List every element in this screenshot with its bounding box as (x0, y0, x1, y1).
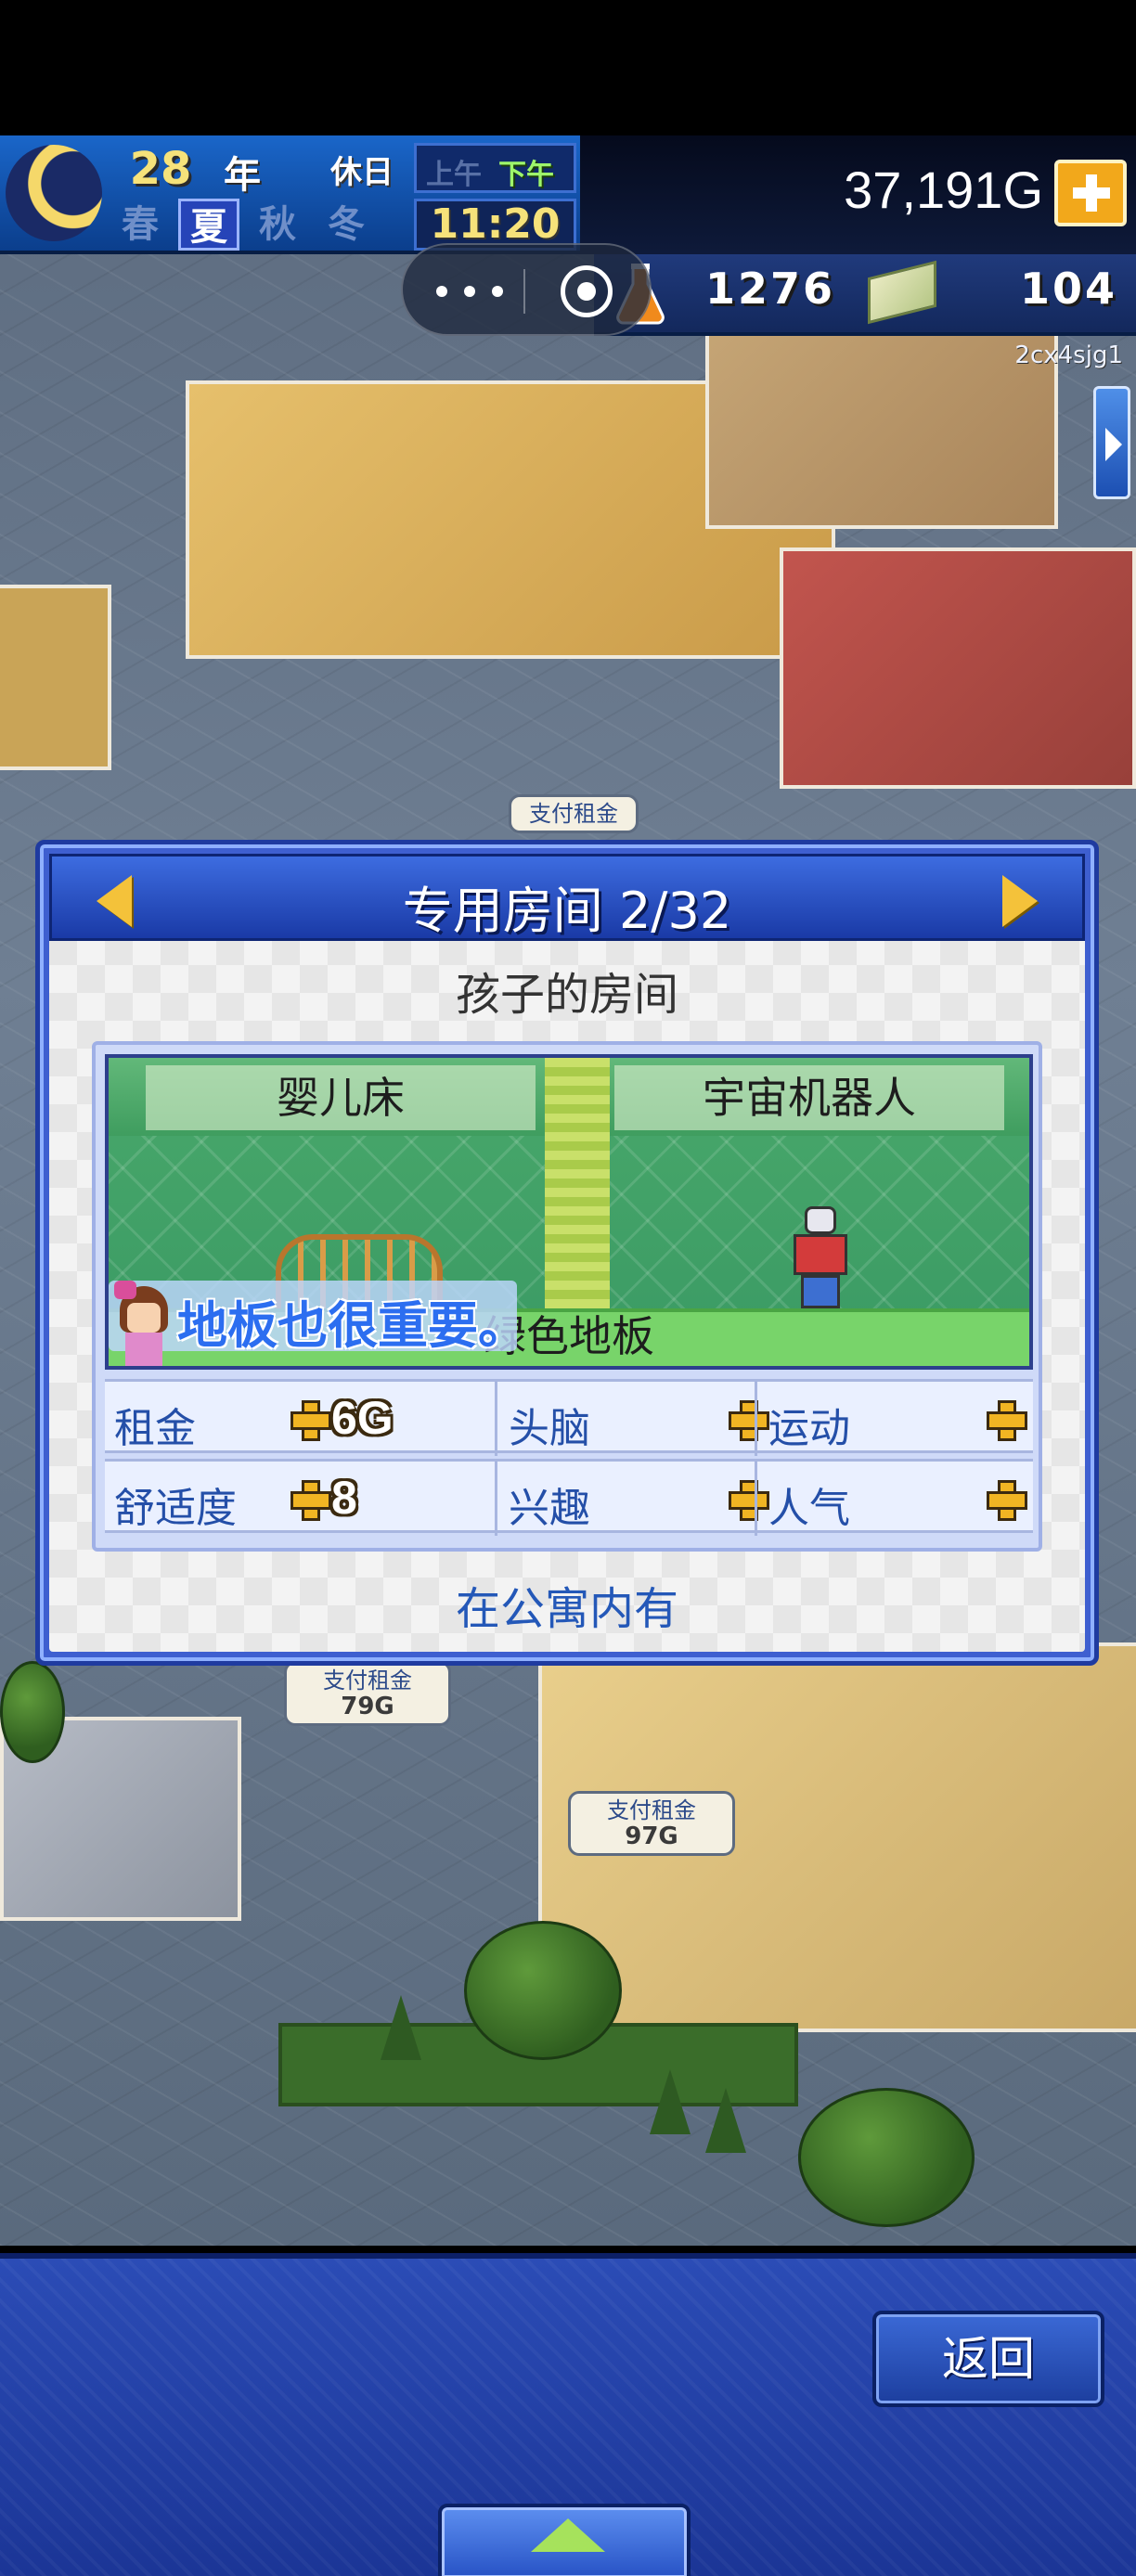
pm-label: 下午 (498, 159, 554, 191)
hobby-label: 兴趣 (509, 1485, 590, 1532)
item-crib-label: 婴儿床 (146, 1065, 536, 1130)
rent-tag-amount: 79G (341, 1693, 394, 1720)
comfort-value: 8 (331, 1472, 357, 1524)
room-info-panel: 专用房间 2/32 孩子的房间 婴儿床 宇宙机器人 绿色地板 地板也很重要。 租… (35, 840, 1099, 1666)
miniprogram-capsule (401, 243, 652, 336)
season-spring: 春 (122, 203, 159, 246)
money-hud: 37,191G (580, 135, 1136, 254)
girl-avatar (114, 1281, 174, 1366)
back-button[interactable]: 返回 (872, 2311, 1104, 2407)
resource-hud: 1276 104 (594, 254, 1136, 336)
space-robot-sprite (788, 1206, 853, 1308)
room-red (780, 547, 1136, 789)
pine-tree (650, 2069, 691, 2134)
rent-tag[interactable]: 支付租金 (509, 794, 639, 833)
plus-icon (987, 1480, 1027, 1521)
user-id: 2cx4sjg1 (1014, 341, 1123, 369)
rent-tag[interactable]: 支付租金 79G (284, 1661, 451, 1726)
research-points: 1276 (705, 264, 836, 314)
room-preview: 婴儿床 宇宙机器人 绿色地板 地板也很重要。 (105, 1054, 1033, 1370)
rent-tag-label: 支付租金 (529, 801, 618, 827)
panel-title: 专用房间 2/32 (402, 882, 732, 940)
date-time-hud: 28 年 休日 上午 下午 春 夏 秋 冬 11:20 (0, 135, 580, 254)
next-room-button[interactable] (1002, 875, 1038, 927)
plus-icon (290, 1400, 331, 1441)
tip-bubble: 地板也很重要。 (109, 1281, 528, 1366)
stats-table: 租金 6G 头脑 运动 舒适度 8 兴趣 人气 (105, 1379, 1033, 1542)
money-amount: 37,191G (844, 161, 1043, 219)
year-unit: 年 (224, 154, 261, 197)
plus-icon (729, 1400, 769, 1441)
in-apartment-link[interactable]: 在公寓内有 (40, 1572, 1094, 1637)
comfort-label: 舒适度 (114, 1485, 237, 1532)
bottom-bar: 返回 (0, 2253, 1136, 2576)
am-label: 上午 (426, 159, 482, 191)
capsule-divider (523, 269, 525, 314)
season-summer: 夏 (178, 199, 239, 251)
brain-label: 头脑 (509, 1405, 590, 1452)
exercise-label: 运动 (768, 1405, 850, 1452)
plus-icon (290, 1480, 331, 1521)
item-robot-label: 宇宙机器人 (614, 1065, 1004, 1130)
ticket-count: 104 (1019, 264, 1117, 314)
add-money-button[interactable] (1054, 160, 1127, 226)
tree (464, 1921, 622, 2060)
column-divider (495, 1382, 497, 1456)
pine-tree (381, 1995, 421, 2060)
popularity-label: 人气 (768, 1485, 850, 1532)
close-target-icon[interactable] (561, 265, 613, 317)
tip-text: 地板也很重要。 (177, 1296, 528, 1355)
am-pm-indicator: 上午 下午 (414, 143, 576, 193)
rent-tag-amount: 97G (625, 1823, 678, 1850)
column-divider (495, 1462, 497, 1536)
season-autumn: 秋 (259, 203, 296, 246)
column-divider (755, 1382, 757, 1456)
rent-tag-label: 支付租金 (607, 1797, 696, 1823)
more-dots-icon[interactable] (431, 273, 514, 310)
holiday-label: 休日 (330, 154, 394, 191)
room-name: 孩子的房间 (455, 969, 678, 1021)
building-left (0, 585, 111, 770)
stats-row: 舒适度 8 兴趣 人气 (105, 1459, 1033, 1536)
expand-menu-button[interactable] (438, 2504, 691, 2576)
rent-label: 租金 (114, 1405, 196, 1452)
preview-divider (545, 1058, 610, 1327)
column-divider (755, 1462, 757, 1536)
game-screen: 支付租金 支付租金 79G 支付租金 97G 28 年 休日 上午 下午 春 夏… (0, 0, 1136, 2576)
plus-icon (987, 1400, 1027, 1441)
cash-icon (868, 260, 936, 325)
tree (0, 1661, 65, 1763)
pine-tree (705, 2088, 746, 2153)
stats-row: 租金 6G 头脑 运动 (105, 1379, 1033, 1456)
rent-tag[interactable]: 支付租金 97G (568, 1791, 735, 1856)
panel-header: 专用房间 2/32 (49, 854, 1085, 941)
up-arrow-icon (531, 2518, 605, 2552)
tree (798, 2088, 975, 2227)
rent-value: 6G (331, 1392, 394, 1444)
season-winter: 冬 (328, 203, 365, 246)
room-detail-box: 婴儿床 宇宙机器人 绿色地板 地板也很重要。 租金 6G 头脑 运动 舒适度 8… (92, 1041, 1042, 1552)
rent-tag-label: 支付租金 (323, 1668, 412, 1694)
side-expand-button[interactable] (1093, 386, 1130, 499)
plus-icon (729, 1480, 769, 1521)
year-number: 28 (129, 143, 192, 195)
moon-icon (6, 145, 102, 241)
